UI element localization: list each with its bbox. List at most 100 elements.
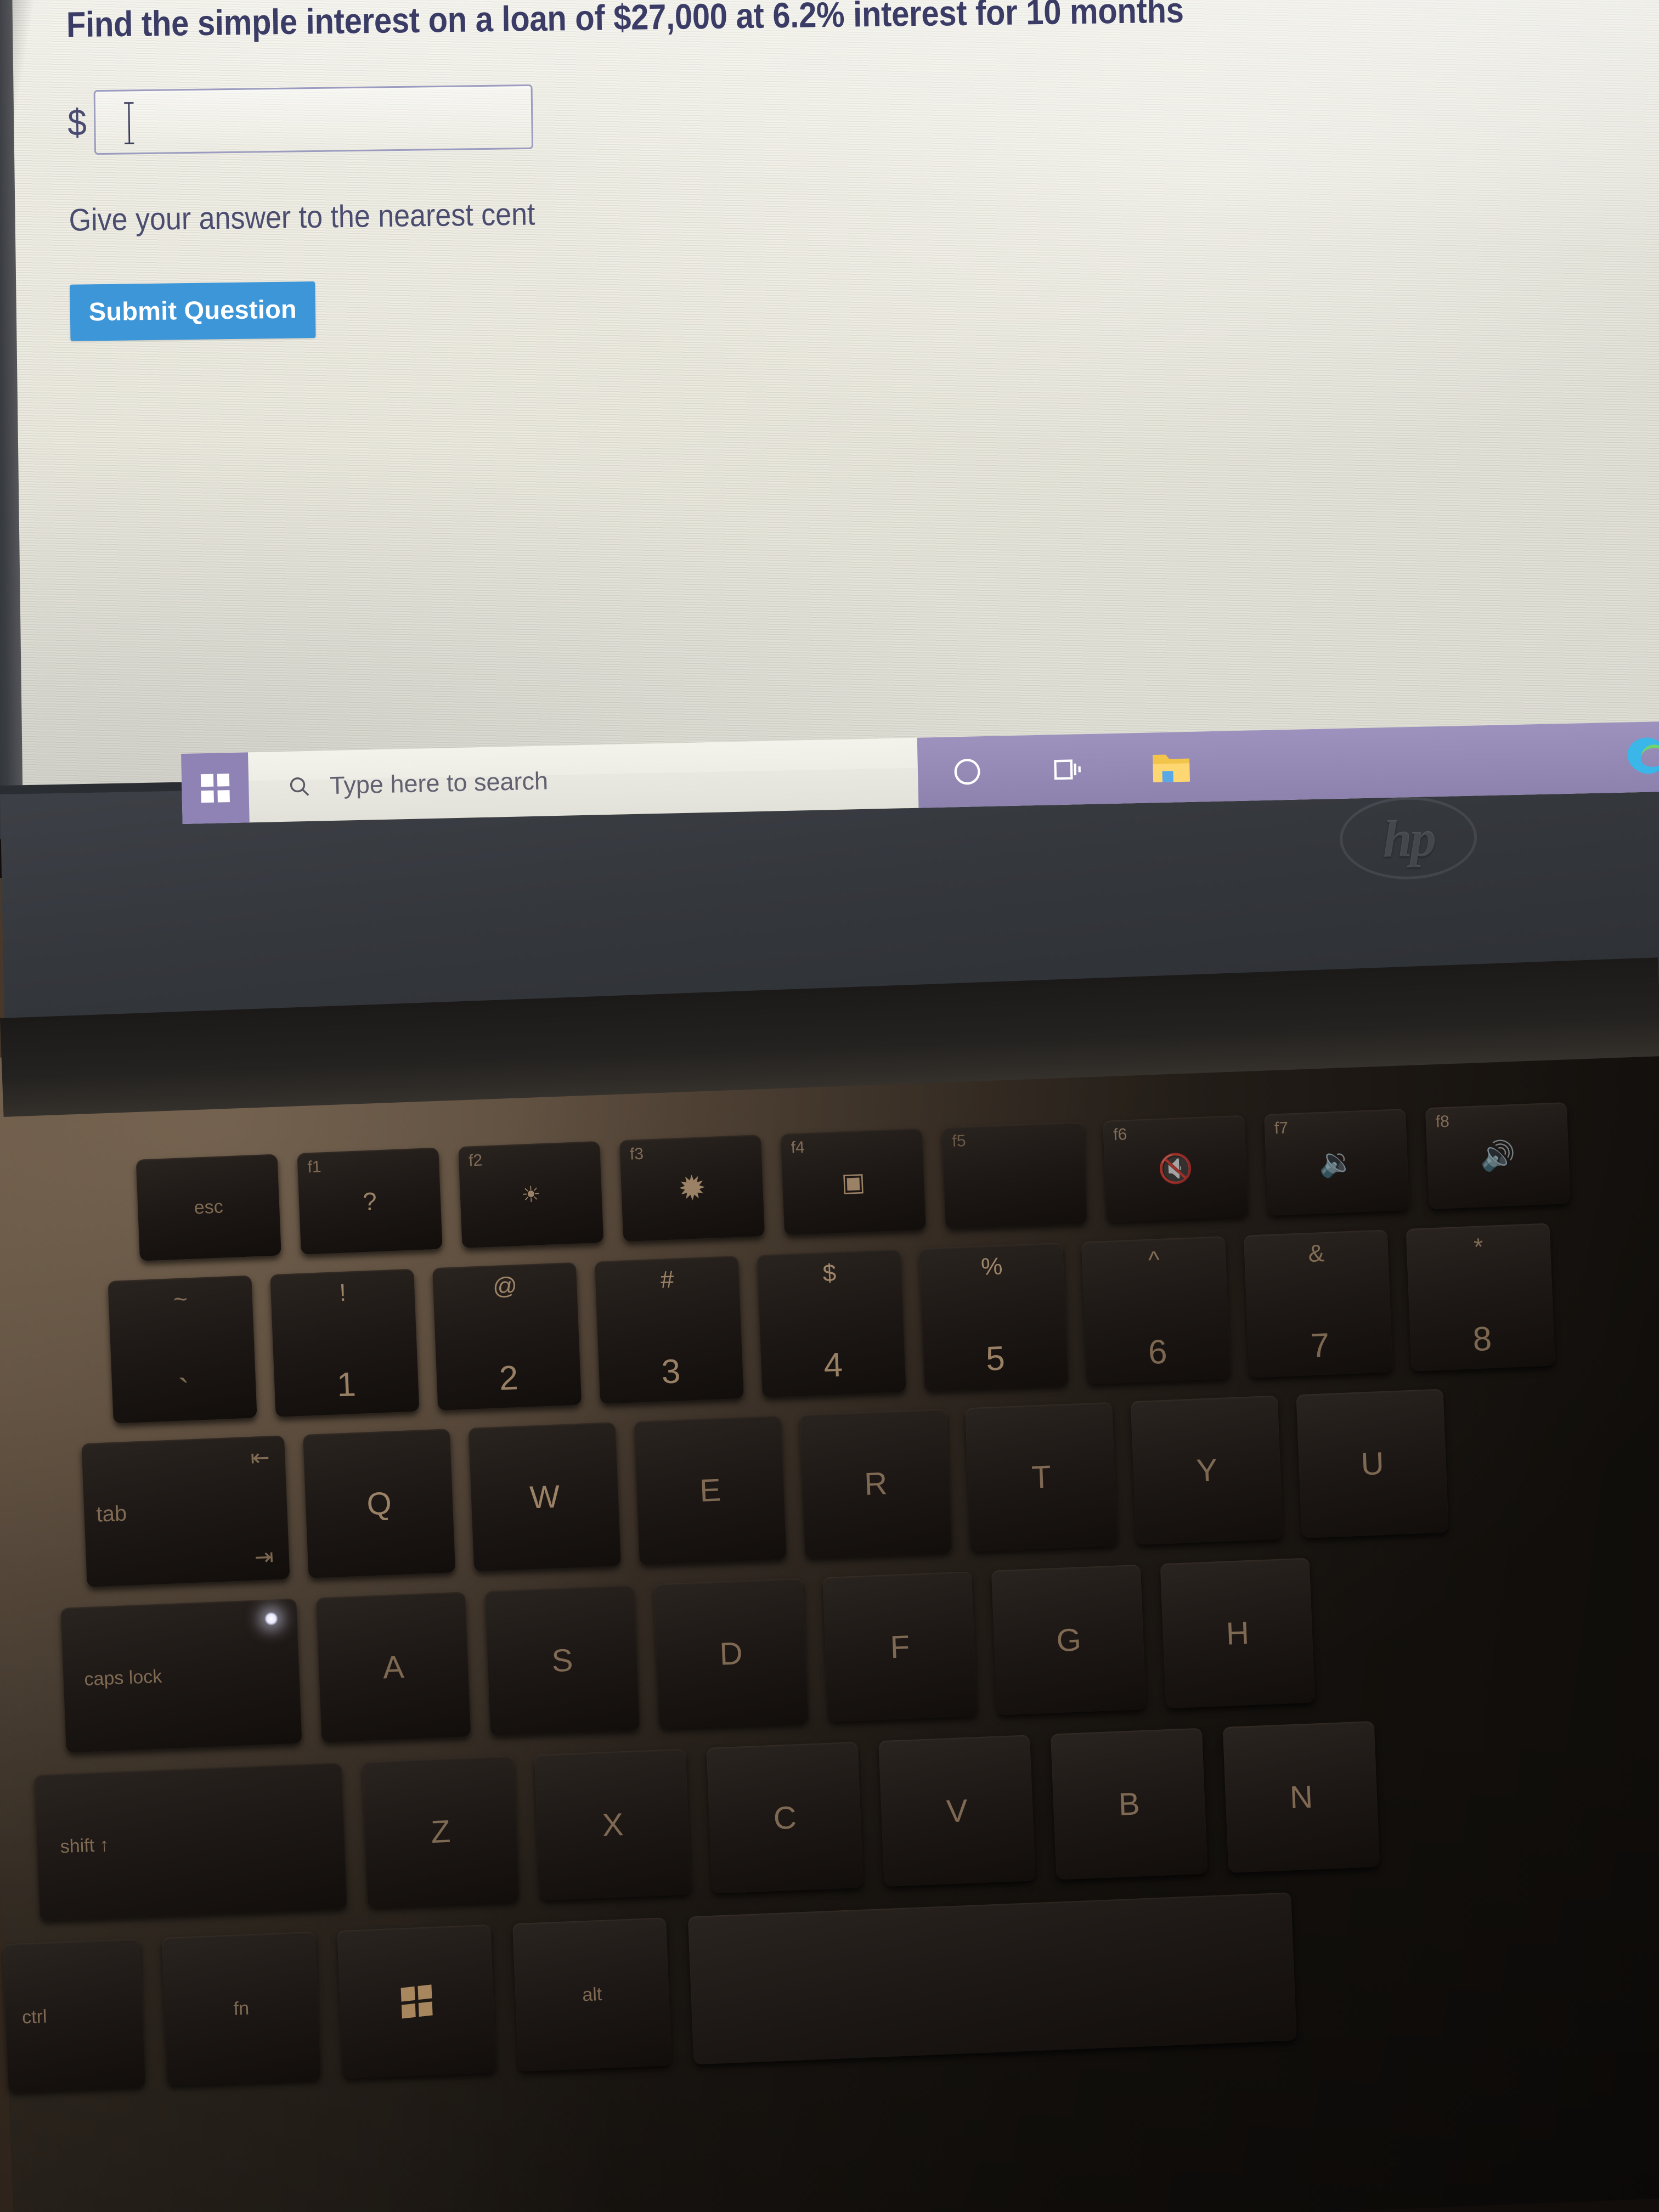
help-icon: ?: [362, 1186, 377, 1216]
file-explorer-icon[interactable]: [1149, 745, 1194, 790]
mute-icon: 🔇: [1157, 1152, 1194, 1186]
key-t[interactable]: T: [965, 1402, 1118, 1552]
f6-key[interactable]: f6 🔇: [1103, 1115, 1249, 1222]
microsoft-edge-icon[interactable]: [1621, 731, 1659, 783]
key-4[interactable]: $ 4: [757, 1249, 906, 1398]
key-2-shift-label: @: [492, 1272, 518, 1300]
key-n-label: N: [1289, 1779, 1314, 1815]
key-a-label: A: [382, 1649, 405, 1685]
space-key[interactable]: [687, 1892, 1297, 2065]
f1-key-number: f1: [307, 1158, 322, 1177]
key-1-shift-label: !: [338, 1279, 347, 1307]
esc-key-label: esc: [194, 1196, 224, 1218]
key-8[interactable]: * 8: [1406, 1223, 1555, 1372]
key-1[interactable]: ! 1: [270, 1268, 420, 1417]
windows-logo-icon: [400, 1984, 433, 2019]
f3-key-number: f3: [629, 1144, 644, 1164]
key-5-shift-label: %: [980, 1252, 1003, 1281]
left-alt-key[interactable]: alt: [512, 1917, 672, 2072]
key-y-label: Y: [1195, 1452, 1218, 1489]
key-6[interactable]: ^ 6: [1081, 1236, 1231, 1385]
key-6-shift-label: ^: [1148, 1246, 1160, 1274]
f8-key-number: f8: [1435, 1112, 1450, 1131]
key-6-label: 6: [1147, 1333, 1168, 1372]
search-input[interactable]: Type here to search: [249, 759, 918, 802]
key-b[interactable]: B: [1050, 1728, 1208, 1880]
key-d-label: D: [719, 1635, 743, 1672]
start-button[interactable]: [181, 752, 250, 824]
backtick-key[interactable]: ~ `: [108, 1275, 257, 1424]
caps-lock-led-icon: [263, 1611, 279, 1627]
backtick-key-label: `: [177, 1372, 191, 1410]
hp-logo: hp: [1339, 795, 1478, 881]
keyboard: esc f1 ? f2 ☀ f3 ✹ f4 ▣ f5 f6 🔇 f7 🔉 f8 …: [0, 1096, 1659, 2092]
key-a[interactable]: A: [315, 1592, 471, 1743]
key-7[interactable]: & 7: [1243, 1229, 1393, 1378]
f1-key[interactable]: f1 ?: [297, 1147, 443, 1255]
f5-key[interactable]: f5: [941, 1121, 1087, 1229]
key-e-label: E: [699, 1472, 722, 1509]
left-ctrl-key-label: ctrl: [21, 2006, 48, 2028]
key-g[interactable]: G: [991, 1564, 1147, 1716]
key-4-label: 4: [823, 1346, 844, 1385]
key-2[interactable]: @ 2: [432, 1262, 582, 1411]
key-f[interactable]: F: [822, 1571, 978, 1722]
caps-lock-key[interactable]: caps lock: [60, 1598, 302, 1753]
f5-key-number: f5: [951, 1132, 967, 1151]
key-s-label: S: [551, 1642, 574, 1679]
key-h-label: H: [1225, 1615, 1250, 1652]
tab-key[interactable]: tab ⇤ ⇥: [81, 1435, 290, 1587]
key-7-shift-label: &: [1307, 1240, 1325, 1268]
f2-key[interactable]: f2 ☀: [458, 1141, 604, 1249]
f8-key[interactable]: f8 🔊: [1425, 1102, 1571, 1210]
key-y[interactable]: Y: [1130, 1395, 1284, 1545]
key-w[interactable]: W: [468, 1422, 622, 1572]
key-s[interactable]: S: [484, 1584, 640, 1736]
f7-key-number: f7: [1274, 1119, 1289, 1138]
key-3[interactable]: # 3: [594, 1255, 744, 1404]
task-view-icon[interactable]: [1049, 752, 1085, 787]
windows-key[interactable]: [337, 1924, 496, 2079]
key-2-label: 2: [498, 1359, 519, 1398]
f3-key[interactable]: f3 ✹: [619, 1135, 765, 1242]
esc-key[interactable]: esc: [136, 1154, 281, 1261]
key-4-shift-label: $: [822, 1259, 837, 1287]
key-5[interactable]: % 5: [919, 1243, 1069, 1391]
key-h[interactable]: H: [1160, 1558, 1316, 1709]
answer-row: $: [67, 69, 1659, 155]
text-cursor-icon: [122, 99, 137, 147]
f7-key[interactable]: f7 🔉: [1263, 1108, 1410, 1216]
search-icon: [287, 774, 312, 799]
f6-key-number: f6: [1113, 1125, 1127, 1144]
submit-question-button[interactable]: Submit Question: [70, 281, 316, 341]
key-r-label: R: [864, 1465, 888, 1502]
answer-hint-text: Give your answer to the nearest cent: [69, 196, 535, 238]
display-switch-icon: ▣: [840, 1167, 866, 1197]
key-r[interactable]: R: [799, 1408, 952, 1559]
key-v[interactable]: V: [878, 1735, 1036, 1887]
key-x[interactable]: X: [534, 1748, 692, 1901]
key-e[interactable]: E: [634, 1415, 787, 1565]
volume-down-icon: 🔉: [1318, 1146, 1356, 1180]
f4-key[interactable]: f4 ▣: [780, 1128, 926, 1235]
key-3-shift-label: #: [659, 1266, 675, 1294]
windows-logo-icon: [200, 774, 230, 803]
key-d[interactable]: D: [653, 1578, 809, 1729]
fn-key[interactable]: fn: [161, 1931, 321, 2086]
key-n[interactable]: N: [1222, 1721, 1380, 1873]
answer-input[interactable]: [94, 84, 534, 155]
key-u[interactable]: U: [1296, 1389, 1449, 1539]
quiz-content: Find the simple interest on a loan of $2…: [66, 0, 1659, 341]
key-c[interactable]: C: [706, 1741, 864, 1894]
cortana-icon[interactable]: [949, 754, 985, 789]
tab-key-label: tab: [95, 1501, 127, 1527]
left-ctrl-key[interactable]: ctrl: [2, 1938, 146, 2092]
left-shift-key[interactable]: shift ↑: [34, 1762, 347, 1921]
key-g-label: G: [1056, 1621, 1082, 1658]
left-alt-key-label: alt: [582, 1983, 603, 2005]
key-b-label: B: [1118, 1785, 1141, 1822]
taskbar-spacer: [1258, 759, 1556, 765]
key-q[interactable]: Q: [302, 1429, 456, 1578]
left-shift-key-label: shift ↑: [59, 1834, 110, 1857]
key-z[interactable]: Z: [362, 1756, 520, 1908]
